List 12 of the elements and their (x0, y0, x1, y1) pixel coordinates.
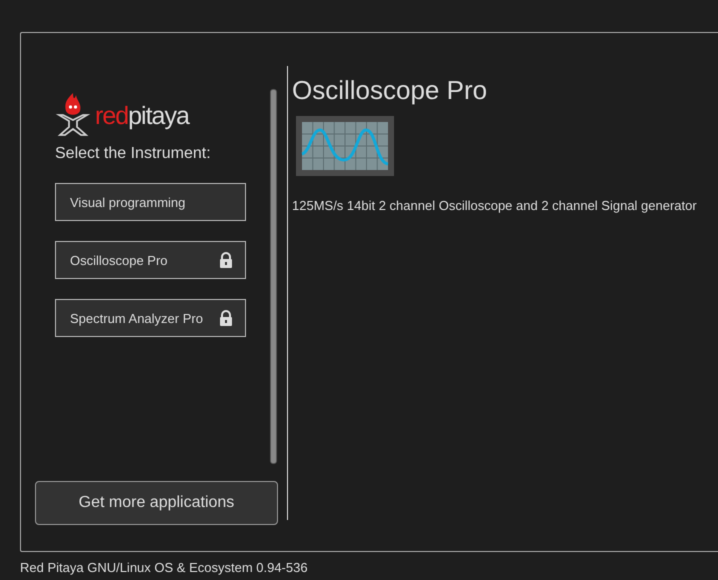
scrollbar[interactable] (270, 89, 277, 464)
logo-wordmark: redpitaya (95, 104, 189, 132)
mascot-icon (55, 91, 91, 137)
instrument-description: 125MS/s 14bit 2 channel Oscilloscope and 2 channel Signal generator (292, 198, 697, 213)
instrument-button[interactable]: Visual programming (55, 183, 246, 221)
select-prompt: Select the Instrument: (55, 145, 212, 163)
get-more-button[interactable]: Get more applications (35, 481, 278, 525)
instrument-button[interactable]: Spectrum Analyzer Pro (55, 299, 246, 337)
version-footer: Red Pitaya GNU/Linux OS & Ecosystem 0.94-536 (20, 560, 718, 575)
oscilloscope-icon (296, 116, 394, 176)
instrument-button[interactable]: Oscilloscope Pro (55, 241, 246, 279)
instrument-title: Oscilloscope Pro (292, 75, 488, 106)
